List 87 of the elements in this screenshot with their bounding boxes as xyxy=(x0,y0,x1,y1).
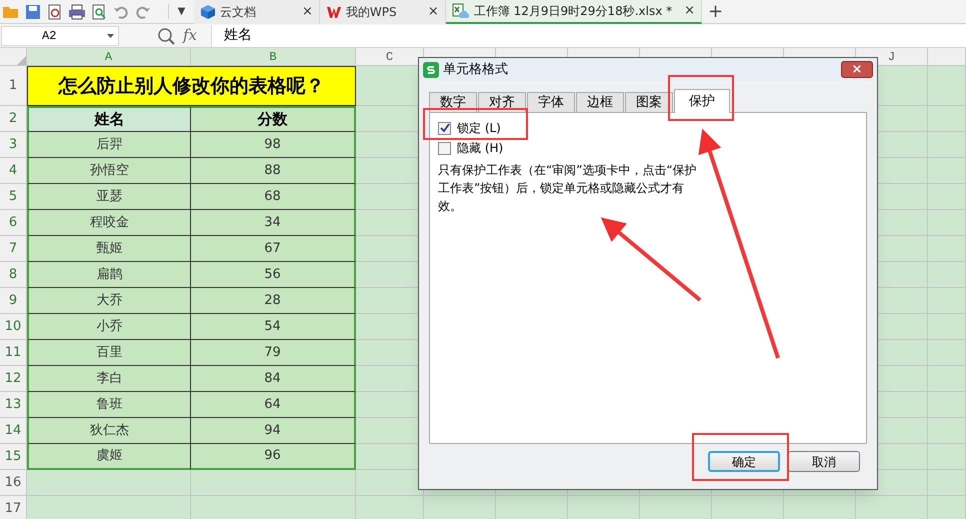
table-cell: 96 xyxy=(191,444,356,470)
caret-icon xyxy=(107,34,114,38)
header-cell: 分数 xyxy=(191,106,356,132)
name-box[interactable]: A2 xyxy=(1,26,119,46)
table-cell: 甄姬 xyxy=(27,236,191,262)
table-cell: 67 xyxy=(191,236,356,262)
close-icon[interactable]: × xyxy=(428,2,439,22)
column-header[interactable]: B xyxy=(269,48,277,66)
document-tab[interactable]: 云文档 × xyxy=(194,0,320,24)
checkbox-label: 隐藏 (H) xyxy=(457,141,504,155)
zoom-icon[interactable] xyxy=(157,26,175,44)
grid-cell xyxy=(928,210,966,236)
help-text: 只有保护工作表（在“审阅”选项卡中，点击“保护工作表”按钮）后，锁定单元格或隐藏公式才有效。 xyxy=(438,162,698,215)
cube-icon xyxy=(200,4,216,20)
column-header[interactable]: A xyxy=(104,48,112,66)
dialog-tab[interactable]: 字体 xyxy=(527,92,575,112)
grid-cell xyxy=(928,288,966,314)
dialog-tab[interactable]: 边框 xyxy=(576,92,624,112)
grid-cell xyxy=(928,366,966,392)
grid-cell xyxy=(928,314,966,340)
dialog-button[interactable]: 确定 xyxy=(708,451,780,472)
print-preview-icon[interactable] xyxy=(90,2,108,20)
tab-label: 云文档 xyxy=(220,4,257,20)
table-cell: 鲁班 xyxy=(27,392,191,418)
print-icon[interactable] xyxy=(68,2,86,20)
table-cell: 88 xyxy=(191,158,356,184)
highlight-frame xyxy=(668,75,734,121)
table-cell: 扁鹊 xyxy=(27,262,191,288)
table-cell: 程咬金 xyxy=(27,210,191,236)
table-cell: 后羿 xyxy=(27,132,191,158)
save-icon[interactable] xyxy=(24,2,42,20)
dialog-tab[interactable]: 数字 xyxy=(429,92,477,112)
dialog-title: 单元格格式 xyxy=(443,60,509,79)
row-number[interactable]: 1 xyxy=(8,76,18,96)
table-cell: 百里 xyxy=(27,340,191,366)
close-button[interactable]: × xyxy=(841,61,873,78)
w-logo-icon xyxy=(326,4,342,18)
checkbox[interactable] xyxy=(438,142,451,154)
grid-cell xyxy=(928,340,966,366)
dialog-button[interactable]: 取消 xyxy=(788,451,860,472)
table-cell: 79 xyxy=(191,340,356,366)
table-cell: 64 xyxy=(191,392,356,418)
column-header[interactable]: C xyxy=(386,48,394,66)
document-tab[interactable]: 我的WPS × xyxy=(320,0,446,24)
table-cell: 小乔 xyxy=(27,314,191,340)
table-cell: 94 xyxy=(191,418,356,444)
tab-label: 我的WPS xyxy=(346,4,398,20)
grid-cell xyxy=(928,106,966,132)
grid-cell xyxy=(928,184,966,210)
document-tab[interactable]: 工作簿 12月9日9时29分18秒.xlsx * × xyxy=(446,0,702,24)
table-cell: 98 xyxy=(191,132,356,158)
table-cell: 56 xyxy=(191,262,356,288)
grid-cell xyxy=(928,262,966,288)
table-cell: 孙悟空 xyxy=(27,158,191,184)
dialog-tab[interactable]: 图案 xyxy=(625,92,673,112)
grid-cell xyxy=(928,444,966,470)
table-cell: 68 xyxy=(191,184,356,210)
app-logo-icon xyxy=(423,62,439,78)
new-tab-button[interactable]: + xyxy=(708,0,724,25)
table-cell: 大乔 xyxy=(27,288,191,314)
close-icon[interactable]: × xyxy=(302,2,313,22)
table-cell: 虞姬 xyxy=(27,444,191,470)
close-icon[interactable]: × xyxy=(684,0,696,20)
dialog-tab[interactable]: 对齐 xyxy=(478,92,526,112)
check-icon xyxy=(440,123,450,133)
checkbox-label: 锁定 (L) xyxy=(457,121,501,135)
table-cell: 28 xyxy=(191,288,356,314)
title-cell: 怎么防止别人修改你的表格呢？ xyxy=(27,66,356,106)
formula-field[interactable]: 姓名 xyxy=(211,24,966,46)
column-header[interactable]: J xyxy=(888,48,896,66)
spreadsheet-cloud-icon xyxy=(452,2,470,18)
grid-cell xyxy=(928,392,966,418)
tab-label: 工作簿 12月9日9时29分18秒.xlsx * xyxy=(474,2,672,20)
grid-cell xyxy=(928,236,966,262)
table-cell: 54 xyxy=(191,314,356,340)
table-cell: 84 xyxy=(191,366,356,392)
grid-cell xyxy=(928,418,966,444)
table-cell: 亚瑟 xyxy=(27,184,191,210)
function-label[interactable]: fx xyxy=(183,24,198,47)
header-cell: 姓名 xyxy=(27,106,191,132)
table-cell: 李白 xyxy=(27,366,191,392)
dialog-tab[interactable]: 保护 xyxy=(674,89,730,113)
checkbox[interactable] xyxy=(438,122,451,134)
table-cell: 狄仁杰 xyxy=(27,418,191,444)
grid-cell xyxy=(928,132,966,158)
table-cell: 34 xyxy=(191,210,356,236)
grid-cell xyxy=(928,158,966,184)
